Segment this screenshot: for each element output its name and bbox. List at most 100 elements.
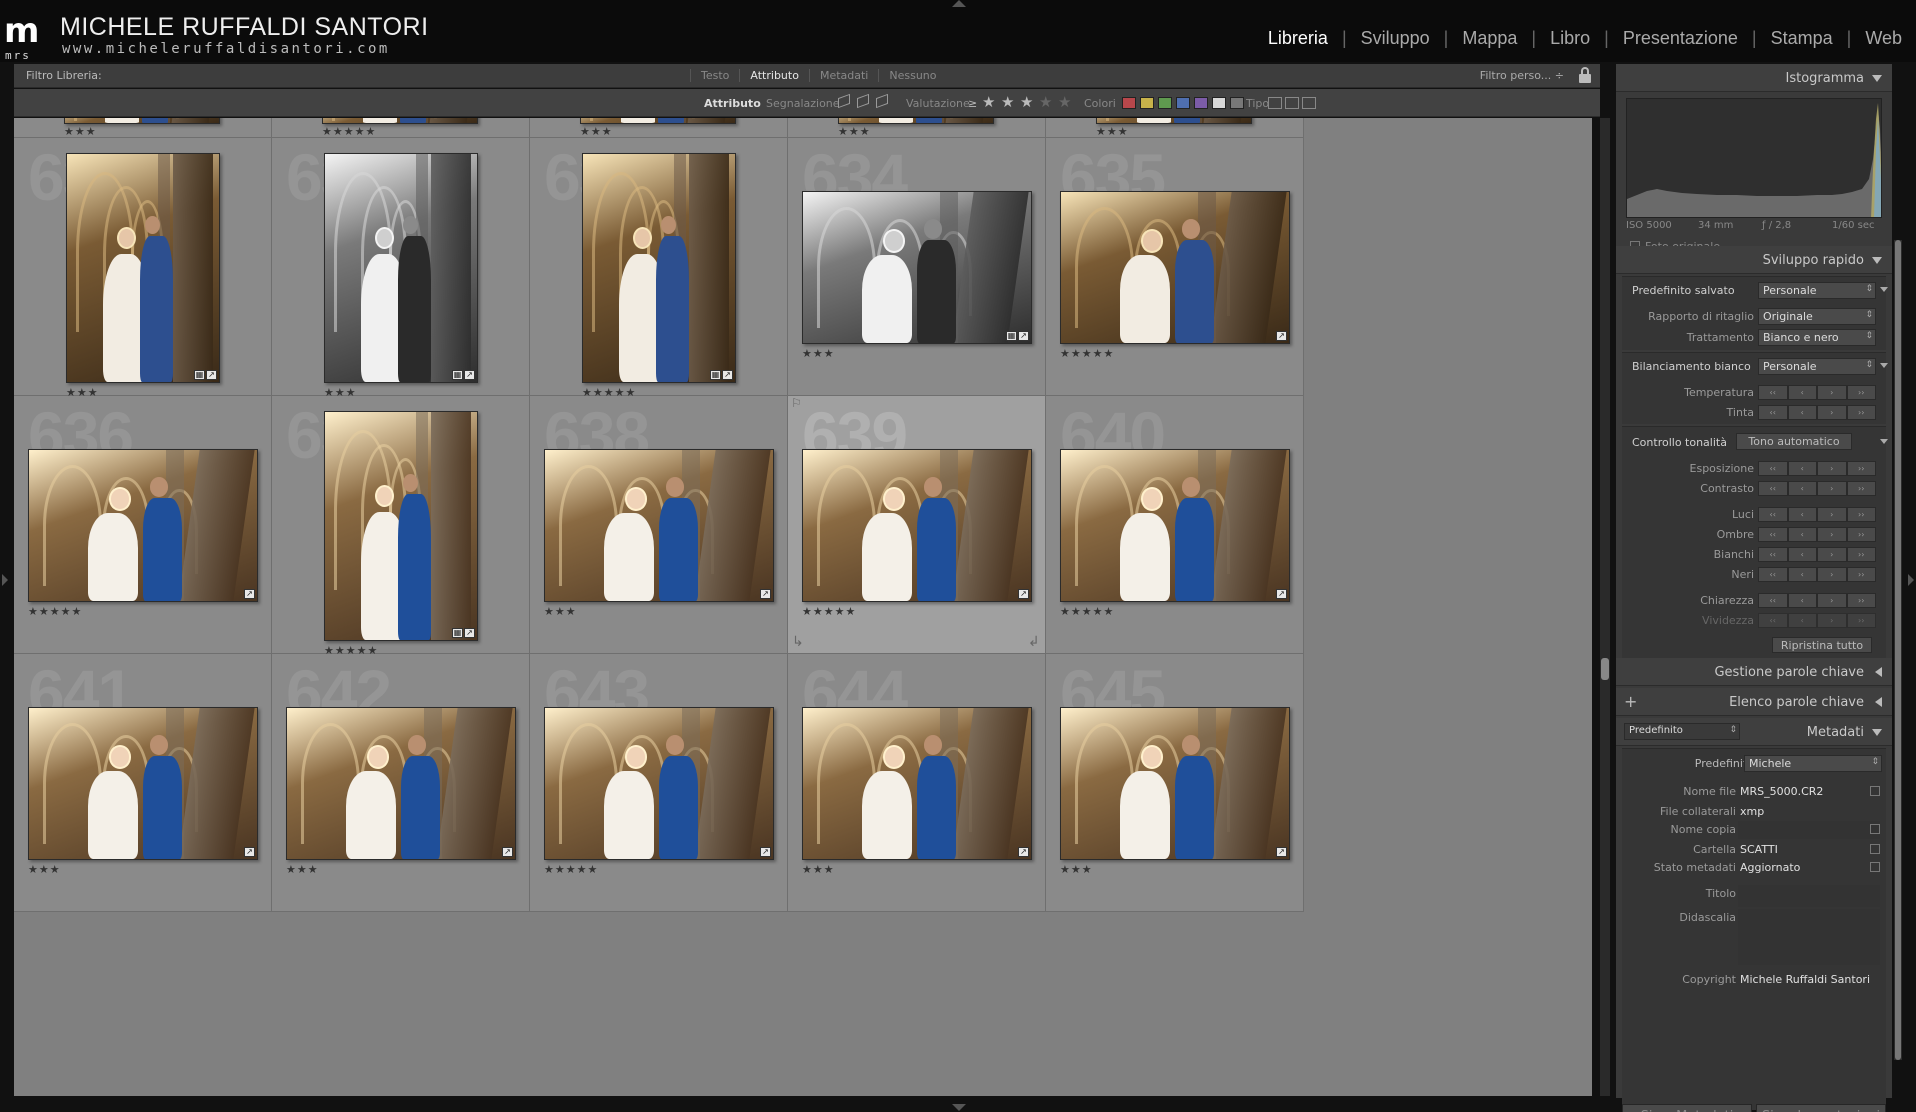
- treatment-dropdown[interactable]: Bianco e nero: [1758, 329, 1876, 346]
- white-balance-dropdown[interactable]: Personale: [1758, 358, 1876, 375]
- develop-adjusted-icon[interactable]: ↗: [722, 370, 733, 380]
- develop-adjusted-icon[interactable]: ↗: [1276, 847, 1287, 857]
- type-master-icon[interactable]: [1268, 97, 1282, 109]
- caption-field[interactable]: [1738, 909, 1880, 965]
- color-label-swatch[interactable]: [1230, 97, 1244, 109]
- color-label-swatch[interactable]: [1158, 97, 1172, 109]
- rating-star-4[interactable]: ★: [1039, 93, 1058, 111]
- thumbnail[interactable]: [28, 707, 258, 860]
- top-panel-toggle-icon[interactable]: [952, 0, 966, 7]
- flag-rejected-icon[interactable]: [874, 95, 888, 109]
- thumbnail[interactable]: [28, 449, 258, 602]
- grid-cell[interactable]: 634 ▦ ↗ ★★★: [788, 138, 1046, 396]
- thumbnail[interactable]: [66, 153, 220, 383]
- left-panel-toggle-icon[interactable]: [2, 574, 8, 586]
- develop-adjusted-icon[interactable]: ↗: [244, 847, 255, 857]
- grid-cell[interactable]: 636 ↗ ★★★★★: [14, 396, 272, 654]
- crop-badge-icon[interactable]: ▦: [1006, 331, 1017, 341]
- collapse-triangle-icon[interactable]: [1872, 75, 1882, 82]
- section-collapse-icon[interactable]: [1880, 363, 1888, 368]
- highlights-stepper[interactable]: ‹‹ ‹ › ››: [1758, 507, 1876, 522]
- thumbnail[interactable]: [324, 411, 478, 641]
- thumbnail[interactable]: [324, 153, 478, 383]
- expand-triangle-icon[interactable]: [1875, 667, 1882, 677]
- develop-adjusted-icon[interactable]: ↗: [1018, 331, 1029, 341]
- grid-cell[interactable]: 643 ↗ ★★★★★: [530, 654, 788, 912]
- flag-unflagged-icon[interactable]: [855, 95, 869, 109]
- grid-cell-partial[interactable]: ★★★: [530, 118, 788, 138]
- crop-badge-icon[interactable]: ▦: [710, 370, 721, 380]
- thumbnail[interactable]: [1060, 191, 1290, 344]
- auto-tone-button[interactable]: Tono automatico: [1736, 433, 1852, 450]
- sync-metadata-button[interactable]: Sinc. Metadati: [1622, 1104, 1752, 1112]
- develop-adjusted-icon[interactable]: ↗: [1276, 331, 1287, 341]
- flag-icon[interactable]: ⚐: [791, 396, 802, 410]
- crop-badge-icon[interactable]: ▦: [194, 370, 205, 380]
- grid-scroll-thumb[interactable]: [1601, 658, 1609, 680]
- rating-star-2[interactable]: ★: [1001, 93, 1020, 111]
- section-collapse-icon[interactable]: [1880, 439, 1888, 444]
- thumbnail[interactable]: [1096, 118, 1252, 124]
- rating-stars[interactable]: ★★★: [802, 347, 835, 360]
- grid-cell[interactable]: 631▦↗★★★: [14, 138, 272, 399]
- grid-cell-partial[interactable]: ★★★★★: [272, 118, 530, 138]
- filter-tab-metadata[interactable]: Metadati: [808, 69, 878, 82]
- copyright-value[interactable]: Michele Ruffaldi Santori: [1740, 973, 1870, 986]
- crop-badge-icon[interactable]: ▦: [452, 628, 463, 638]
- filter-tab-none[interactable]: Nessuno: [878, 69, 946, 82]
- rating-star-1[interactable]: ★: [982, 93, 1001, 111]
- quick-develop-header[interactable]: Sviluppo rapido: [1616, 246, 1892, 274]
- vibrance-stepper[interactable]: ‹‹ ‹ › ››: [1758, 613, 1876, 628]
- rating-stars[interactable]: ★★★★★: [544, 863, 598, 876]
- sync-settings-button[interactable]: Sinc. Impostazioni: [1756, 1104, 1886, 1112]
- filename-value[interactable]: MRS_5000.CR2: [1740, 785, 1823, 798]
- expand-triangle-icon[interactable]: [1875, 697, 1882, 707]
- develop-adjusted-icon[interactable]: ↗: [1018, 589, 1029, 599]
- module-mappa[interactable]: Mappa: [1462, 28, 1517, 48]
- keyword-list-header[interactable]: + Elenco parole chiave: [1616, 688, 1892, 716]
- histogram-header[interactable]: Istogramma: [1616, 64, 1892, 92]
- collapse-triangle-icon[interactable]: [1872, 257, 1882, 264]
- grid-cell[interactable]: 637▦↗★★★★★: [272, 396, 530, 657]
- rating-stars[interactable]: ★★★★★: [28, 605, 82, 618]
- grid-cell-partial[interactable]: ★★★: [1046, 118, 1304, 138]
- thumbnail[interactable]: [802, 449, 1032, 602]
- rating-stars[interactable]: ★★★: [838, 125, 871, 138]
- rating-star-3[interactable]: ★: [1020, 93, 1039, 111]
- crop-badge-icon[interactable]: ▦: [452, 370, 463, 380]
- develop-adjusted-icon[interactable]: ↗: [1018, 847, 1029, 857]
- grid-cell-partial[interactable]: ★★★: [788, 118, 1046, 138]
- list-icon[interactable]: [1870, 786, 1880, 796]
- grid-scrollbar[interactable]: [1600, 118, 1610, 1096]
- rating-stars[interactable]: ★★★: [64, 125, 97, 138]
- right-panel-scroll-thumb[interactable]: [1895, 240, 1901, 1060]
- temperature-stepper[interactable]: ‹‹ ‹ › ››: [1758, 385, 1876, 400]
- develop-adjusted-icon[interactable]: ↗: [464, 370, 475, 380]
- module-sviluppo[interactable]: Sviluppo: [1361, 28, 1430, 48]
- rating-stars[interactable]: ★★★: [1096, 125, 1129, 138]
- rating-stars[interactable]: ★★★: [544, 605, 577, 618]
- develop-adjusted-icon[interactable]: ↗: [206, 370, 217, 380]
- grid-cell[interactable]: 642 ↗ ★★★: [272, 654, 530, 912]
- module-libro[interactable]: Libro: [1550, 28, 1590, 48]
- filmstrip-toggle-icon[interactable]: [952, 1104, 966, 1111]
- saved-preset-dropdown[interactable]: Personale: [1758, 282, 1876, 299]
- thumbnail[interactable]: [1060, 449, 1290, 602]
- filter-tab-attribute[interactable]: Attributo: [739, 69, 809, 82]
- rating-stars[interactable]: ★★★★★: [322, 125, 376, 138]
- thumbnail[interactable]: [802, 191, 1032, 344]
- thumbnail[interactable]: [544, 449, 774, 602]
- module-libreria[interactable]: Libreria: [1268, 28, 1328, 48]
- arrow-icon[interactable]: [1870, 824, 1880, 834]
- module-web[interactable]: Web: [1865, 28, 1902, 48]
- thumbnail[interactable]: [582, 153, 736, 383]
- develop-adjusted-icon[interactable]: ↗: [760, 589, 771, 599]
- type-virtual-copy-icon[interactable]: [1285, 97, 1299, 109]
- develop-adjusted-icon[interactable]: ↗: [1276, 589, 1287, 599]
- rating-star-5[interactable]: ★: [1058, 93, 1077, 111]
- rating-stars[interactable]: ★★★★★: [802, 605, 856, 618]
- right-panel-toggle-icon[interactable]: [1908, 574, 1914, 586]
- blacks-stepper[interactable]: ‹‹ ‹ › ››: [1758, 567, 1876, 582]
- rating-stars[interactable]: ★★★: [286, 863, 319, 876]
- shadows-stepper[interactable]: ‹‹ ‹ › ››: [1758, 527, 1876, 542]
